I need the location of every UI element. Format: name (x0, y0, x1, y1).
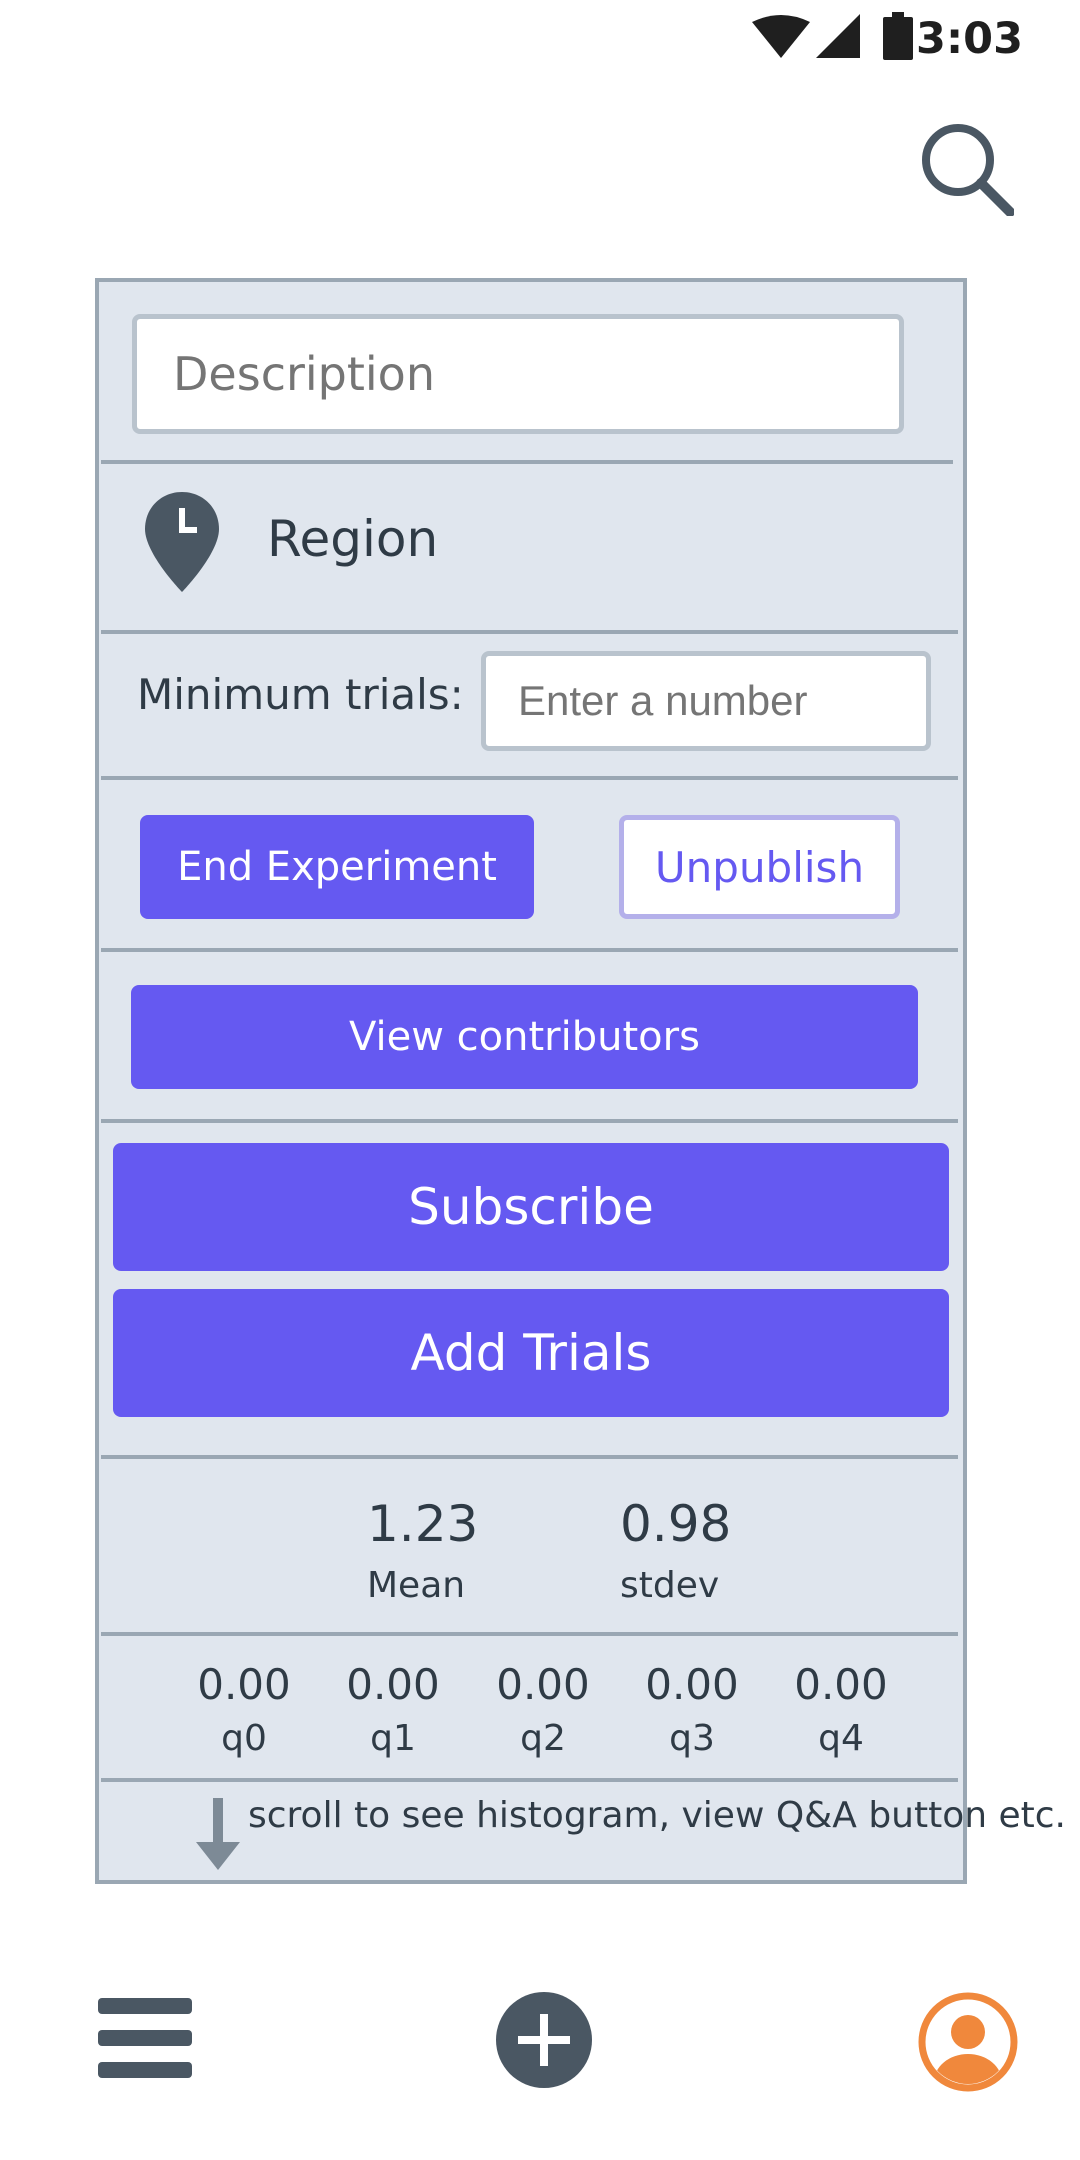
divider (101, 630, 958, 634)
divider (101, 1632, 958, 1636)
description-input[interactable] (132, 314, 904, 434)
status-bar: 3:03 (0, 0, 1080, 72)
minimum-trials-input[interactable] (481, 651, 931, 751)
divider (101, 776, 958, 780)
view-contributors-label: View contributors (349, 1014, 700, 1060)
menu-button[interactable] (98, 1998, 192, 2078)
quartile-value: 0.00 (346, 1660, 440, 1709)
unpublish-button[interactable]: Unpublish (619, 815, 900, 919)
signal-icon (816, 14, 860, 58)
divider (101, 948, 958, 952)
search-icon (922, 124, 1015, 217)
quartile-value: 0.00 (496, 1660, 590, 1709)
add-trials-label: Add Trials (410, 1324, 652, 1382)
add-button[interactable] (494, 1990, 594, 2090)
divider (101, 1778, 958, 1782)
profile-button[interactable] (918, 1992, 1018, 2092)
quartile-label: q1 (370, 1718, 416, 1759)
scroll-hint-text: scroll to see histogram, view Q&A button… (248, 1795, 1066, 1836)
add-trials-button[interactable]: Add Trials (113, 1289, 949, 1417)
stdev-label: stdev (620, 1565, 720, 1606)
location-pin-icon (145, 492, 219, 592)
quartile-label: q3 (669, 1718, 715, 1759)
quartile-value: 0.00 (794, 1660, 888, 1709)
battery-icon (883, 12, 913, 60)
minimum-trials-label: Minimum trials: (137, 670, 464, 719)
view-contributors-button[interactable]: View contributors (131, 985, 918, 1089)
unpublish-label: Unpublish (654, 842, 865, 892)
end-experiment-label: End Experiment (177, 844, 497, 890)
search-button[interactable] (918, 120, 1015, 217)
arrow-down-icon (196, 1798, 240, 1870)
quartile-label: q2 (520, 1718, 566, 1759)
status-time: 3:03 (916, 14, 1023, 64)
divider (101, 1455, 958, 1459)
stdev-value: 0.98 (620, 1495, 732, 1553)
mean-label: Mean (367, 1565, 466, 1606)
region-label[interactable]: Region (267, 510, 438, 568)
quartile-value: 0.00 (197, 1660, 291, 1709)
quartile-label: q4 (818, 1718, 864, 1759)
subscribe-button[interactable]: Subscribe (113, 1143, 949, 1271)
end-experiment-button[interactable]: End Experiment (140, 815, 534, 919)
divider (101, 460, 953, 464)
quartile-value: 0.00 (645, 1660, 739, 1709)
region-selector[interactable] (145, 492, 219, 592)
profile-icon (918, 1992, 1018, 2092)
quartile-label: q0 (221, 1718, 267, 1759)
divider (101, 1119, 958, 1123)
subscribe-label: Subscribe (408, 1178, 654, 1236)
mean-value: 1.23 (367, 1495, 479, 1553)
hamburger-menu-icon (98, 1998, 192, 2078)
wifi-icon (752, 15, 810, 58)
plus-icon (496, 1992, 592, 2088)
